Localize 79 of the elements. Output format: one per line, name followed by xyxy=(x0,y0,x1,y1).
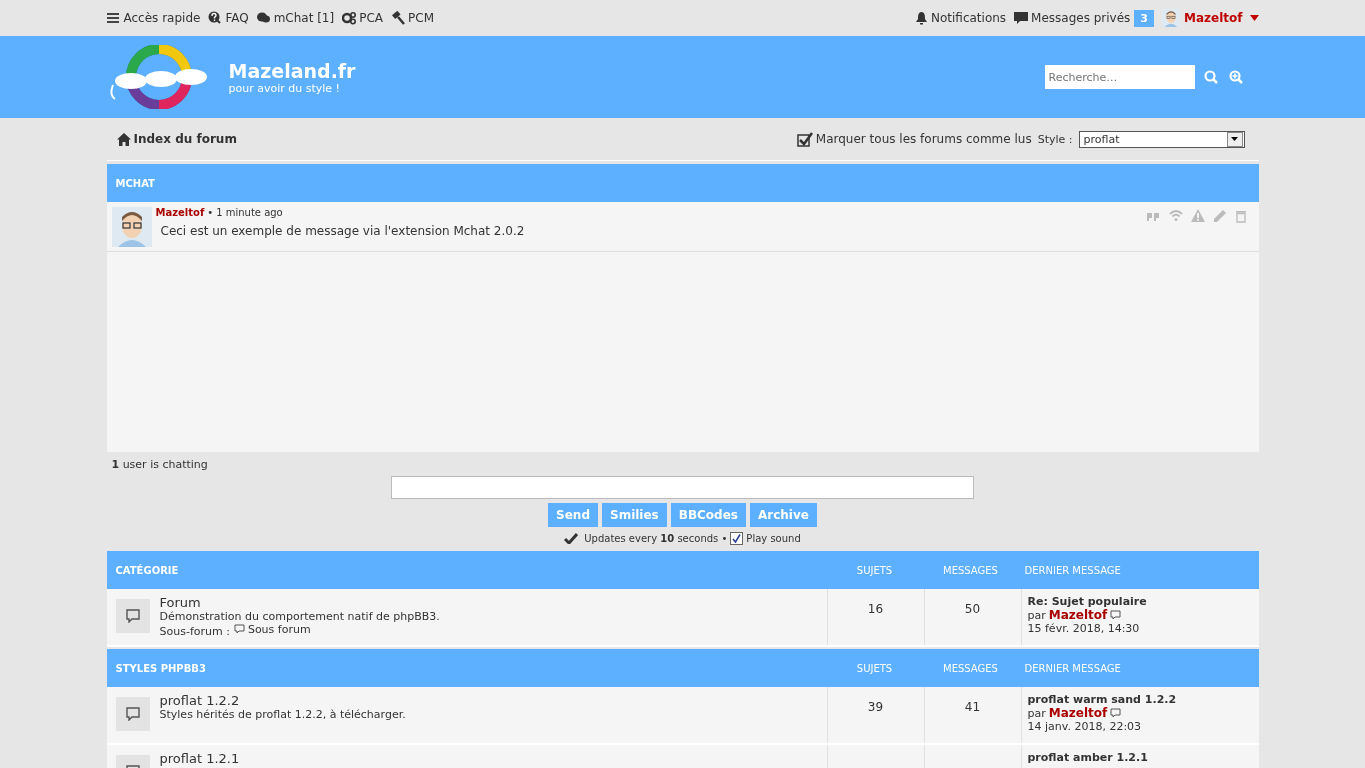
notifications-link[interactable]: Notifications xyxy=(914,11,1007,25)
forum-title[interactable]: Forum xyxy=(159,595,201,610)
nav-link[interactable]: mChat [1] xyxy=(256,11,335,25)
bell-icon xyxy=(914,11,928,25)
update-interval: Updates every 10 seconds • xyxy=(584,533,728,544)
forum-title[interactable]: proflat 1.2.2 xyxy=(159,693,240,708)
post-count: 50 xyxy=(964,602,981,618)
separator-dot: • xyxy=(207,207,214,218)
search-button[interactable] xyxy=(1201,68,1220,86)
gears-icon xyxy=(342,11,357,25)
column-header: SUJETS xyxy=(855,662,894,674)
post-date: 14 janv. 2018, 22:03 xyxy=(1027,720,1143,733)
check-icon xyxy=(732,534,742,543)
avatar-icon xyxy=(1162,9,1180,27)
last-post-link[interactable]: proflat warm sand 1.2.2 xyxy=(1027,693,1177,706)
style-label: Style : xyxy=(1037,132,1073,146)
speech-bubble-icon xyxy=(125,609,140,623)
speech-bubble-icon[interactable] xyxy=(1110,609,1122,621)
by-label: par xyxy=(1027,706,1046,720)
by-label: par xyxy=(1027,608,1046,622)
column-header: DERNIER MESSAGE xyxy=(1023,662,1122,674)
advanced-search-button[interactable] xyxy=(1226,68,1245,86)
avatar-icon xyxy=(111,207,152,247)
menu-icon xyxy=(106,11,121,25)
author-link[interactable]: Mazeltof xyxy=(1048,608,1108,622)
speech-bubble-icon xyxy=(125,707,140,721)
forum-description: Démonstration du comportement natif de phpBB3. xyxy=(159,610,440,623)
mark-read-link[interactable]: Marquer tous les forums comme lus xyxy=(796,131,1032,147)
search-icon xyxy=(1203,70,1218,84)
dropdown-arrow-icon xyxy=(1231,137,1238,141)
nav-link[interactable]: PCA xyxy=(342,11,383,25)
post-count: 41 xyxy=(964,700,981,716)
zoom-in-icon xyxy=(1228,70,1243,84)
section-header: MCHAT xyxy=(106,164,1259,202)
message-count-badge: 3 xyxy=(1134,9,1154,27)
forum-title[interactable]: proflat 1.2.1 xyxy=(159,751,240,766)
nav-link[interactable]: Accès rapide xyxy=(106,11,201,25)
gavel-icon xyxy=(391,11,405,25)
subforum-label: Sous-forum : xyxy=(159,625,230,638)
message-time: 1 minute ago xyxy=(216,207,283,218)
style-select[interactable]: proflat xyxy=(1078,130,1245,148)
nav-link[interactable]: PCM xyxy=(391,11,434,25)
subforum-link[interactable]: Sous forum xyxy=(233,623,311,636)
tagline: pour avoir du style ! xyxy=(228,81,341,95)
private-messages-link[interactable]: Messages privés xyxy=(1014,11,1131,25)
speech-bubble-icon[interactable] xyxy=(1110,707,1122,719)
caret-icon xyxy=(1249,15,1259,21)
nav-link[interactable]: FAQ xyxy=(208,11,249,25)
chat-bubbles-icon xyxy=(256,11,271,25)
column-header: MESSAGES xyxy=(942,662,999,674)
speech-bubble-icon xyxy=(233,624,245,635)
last-post-link[interactable]: proflat amber 1.2.1 xyxy=(1027,751,1148,764)
pencil-icon[interactable] xyxy=(1212,209,1227,223)
post-date: 15 févr. 2018, 14:30 xyxy=(1027,622,1141,635)
checkbox-tick-icon xyxy=(796,131,813,147)
author-link[interactable]: Mazeltof xyxy=(155,207,205,218)
warning-icon[interactable] xyxy=(1190,209,1205,223)
topic-count: 16 xyxy=(867,602,884,618)
column-header: MESSAGES xyxy=(942,564,999,576)
play-sound-label: Play sound xyxy=(746,533,801,544)
column-header: DERNIER MESSAGE xyxy=(1023,564,1122,576)
chatting-users: 1 user is chatting xyxy=(111,458,209,471)
column-header: SUJETS xyxy=(855,564,894,576)
speech-bubble-icon xyxy=(1014,11,1029,25)
play-sound-checkbox[interactable] xyxy=(730,532,744,545)
forum-description: Styles hérités de proflat 1.2.2, à télécharger. xyxy=(159,708,406,721)
checkmark-icon xyxy=(564,533,579,544)
search-field[interactable]: Recherche… xyxy=(1044,65,1195,89)
topic-count: 39 xyxy=(867,700,884,716)
message-input[interactable] xyxy=(391,476,974,499)
forum-index-link[interactable]: Index du forum xyxy=(116,132,237,146)
last-post-link[interactable]: Re: Sujet populaire xyxy=(1027,595,1147,608)
user-menu[interactable]: Mazeltof xyxy=(1162,9,1259,27)
author-link[interactable]: Mazeltof xyxy=(1048,706,1108,720)
trash-icon[interactable] xyxy=(1234,209,1249,223)
home-icon xyxy=(116,132,131,146)
message-text: Ceci est un exemple de message via l'extension Mchat 2.0.2 xyxy=(160,224,525,238)
wifi-icon[interactable] xyxy=(1168,209,1183,223)
help-icon xyxy=(208,11,223,25)
